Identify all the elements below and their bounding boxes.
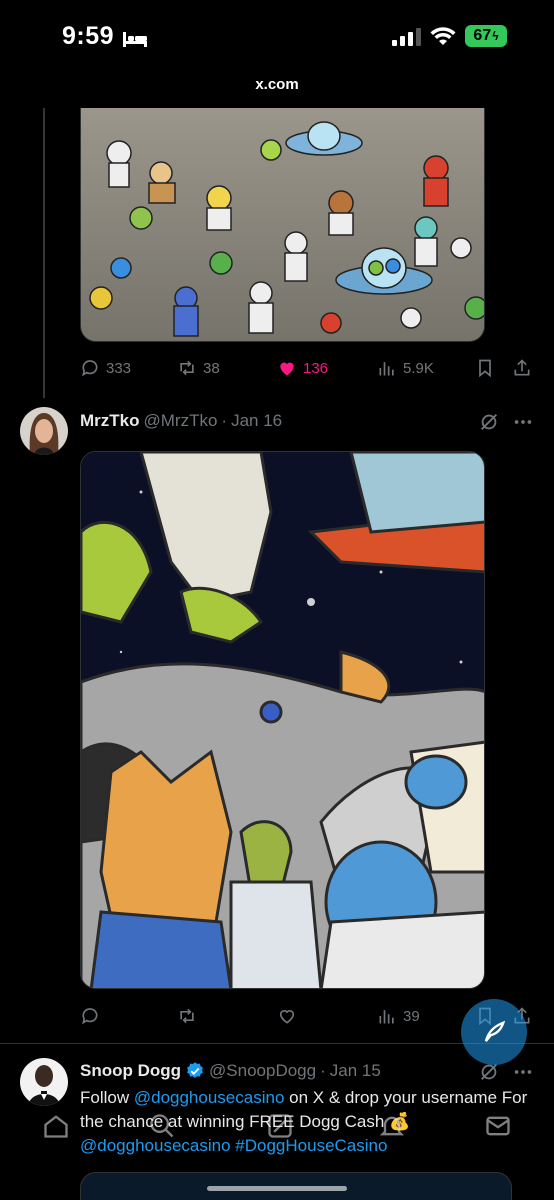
avatar-snoopdogg[interactable] — [20, 1058, 68, 1106]
reply-icon — [82, 1008, 98, 1025]
wifi-icon — [430, 27, 456, 45]
bookmark-button[interactable] — [475, 358, 495, 378]
like-icon — [279, 1010, 295, 1024]
author-name[interactable]: MrzTko — [80, 411, 140, 431]
like-button[interactable]: 136 — [277, 358, 328, 378]
charging-icon: ϟ — [492, 29, 499, 43]
views-count: 5.9K — [403, 359, 434, 377]
compose-icon — [484, 1020, 506, 1043]
bookmark-icon — [479, 359, 491, 378]
avatar-mrztko[interactable] — [20, 407, 68, 455]
address-bar-url[interactable]: x.com — [0, 76, 554, 93]
avatar-image — [20, 407, 68, 455]
grok-icon[interactable] — [478, 411, 500, 433]
avatar-image — [20, 1058, 68, 1106]
grok-nav-icon[interactable] — [266, 1112, 294, 1140]
like-icon — [280, 362, 294, 376]
tweet-date[interactable]: Jan 15 — [330, 1061, 381, 1081]
home-icon[interactable] — [42, 1112, 70, 1140]
repost-icon — [180, 1008, 194, 1024]
like-count: 136 — [303, 359, 329, 377]
header-separator: · — [221, 411, 228, 430]
verified-icon — [187, 1062, 203, 1078]
status-time: 9:59 — [62, 22, 115, 50]
tweet-image-moon-crowd[interactable] — [80, 108, 485, 342]
tweet-date[interactable]: Jan 16 — [231, 411, 282, 431]
repost-icon — [180, 360, 194, 376]
reply-count: 333 — [106, 359, 132, 377]
cellular-signal-icon — [392, 28, 421, 46]
bottom-navigation — [0, 1100, 554, 1150]
moon-crowd-illustration — [81, 108, 484, 341]
repost-button[interactable] — [177, 1006, 197, 1026]
tweet3-header: Snoop Dogg @SnoopDogg · Jan 15 — [80, 1060, 381, 1082]
compose-button[interactable] — [461, 999, 527, 1065]
author-handle[interactable]: @MrzTko — [144, 411, 218, 431]
views-count: 39 — [403, 1007, 420, 1025]
views-button[interactable]: 5.9K — [377, 358, 434, 378]
more-icon[interactable] — [512, 411, 534, 433]
repost-count: 38 — [203, 359, 220, 377]
tweet-image-space-closeup[interactable] — [80, 451, 485, 989]
reply-icon — [82, 360, 98, 377]
space-closeup-illustration — [81, 452, 484, 988]
tweet1-action-bar: 333 38 136 5.9K — [80, 358, 535, 382]
repost-button[interactable]: 38 — [177, 358, 220, 378]
sleep-focus-icon — [123, 32, 147, 47]
reply-button[interactable]: 333 — [80, 358, 131, 378]
author-name[interactable]: Snoop Dogg — [80, 1061, 181, 1081]
battery-level: 67 — [473, 27, 492, 44]
views-icon — [379, 1010, 394, 1024]
tweet2-header: MrzTko @MrzTko · Jan 16 — [80, 410, 282, 432]
status-bar: 9:59 67 ϟ x.com — [0, 0, 554, 93]
messages-icon[interactable] — [484, 1112, 512, 1140]
share-button[interactable] — [512, 358, 532, 378]
views-button[interactable]: 39 — [377, 1006, 420, 1026]
more-icon[interactable] — [512, 1061, 534, 1083]
views-icon — [379, 362, 394, 376]
home-indicator — [207, 1186, 347, 1191]
author-handle[interactable]: @SnoopDogg — [209, 1061, 316, 1081]
thread-line — [43, 108, 45, 398]
search-icon[interactable] — [148, 1112, 176, 1140]
share-icon — [514, 359, 530, 376]
reply-button[interactable] — [80, 1006, 100, 1026]
header-separator: · — [320, 1061, 326, 1080]
like-button[interactable] — [277, 1006, 297, 1026]
notifications-icon[interactable] — [378, 1112, 406, 1140]
battery-indicator: 67 ϟ — [465, 25, 507, 47]
